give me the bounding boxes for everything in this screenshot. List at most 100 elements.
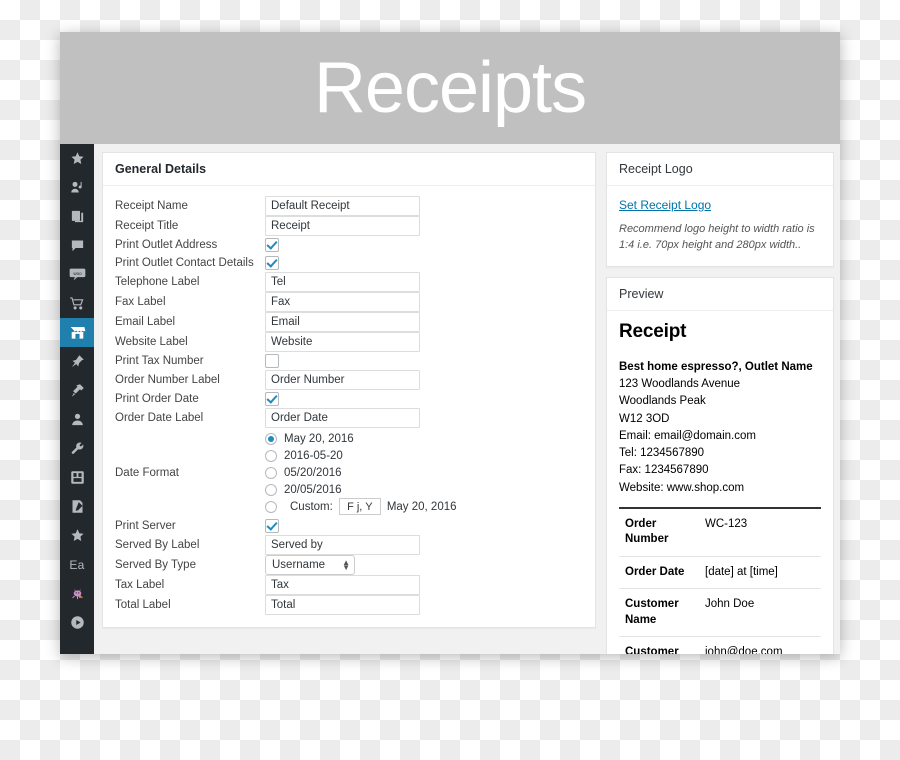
date-format-radio-1[interactable] — [265, 449, 277, 462]
email-label-label: Email Label — [115, 316, 176, 328]
stepper-arrows-icon: ▲ ▼ — [342, 558, 350, 572]
preview-panel: Preview Receipt Best home espresso?, Out… — [606, 276, 834, 654]
table-row: Order Number WC-123 — [619, 508, 821, 557]
field-row-order-date-label: Order Date Label — [115, 408, 583, 428]
date-format-option[interactable]: 05/20/2016 — [265, 464, 583, 481]
sidebar-item-pages[interactable] — [60, 202, 94, 231]
sidebar-item-products[interactable] — [60, 289, 94, 318]
sidebar-item-point-of-sale[interactable] — [60, 318, 101, 347]
sidebar-item-octopus[interactable] — [60, 579, 94, 608]
sidebar-item-users[interactable] — [60, 405, 94, 434]
date-format-radio-0[interactable] — [265, 432, 277, 445]
print-tax-number-checkbox[interactable] — [265, 353, 279, 368]
play-circle-icon — [70, 615, 85, 630]
fax-label-label: Fax Label — [115, 296, 166, 308]
order-number-label-input[interactable] — [265, 370, 420, 390]
field-row-website-label: Website Label — [115, 332, 583, 352]
field-row-total-label: Total Label — [115, 595, 583, 615]
print-outlet-address-label: Print Outlet Address — [115, 239, 218, 251]
date-format-option[interactable]: May 20, 2016 — [265, 430, 583, 447]
date-format-option-label-1: 2016-05-20 — [284, 449, 343, 462]
date-format-option-label-2: 05/20/2016 — [284, 466, 342, 479]
receipt-address-line: Woodlands Peak — [619, 395, 706, 408]
sidebar-item-forms[interactable] — [60, 492, 94, 521]
user-icon — [70, 412, 85, 427]
fax-label-input[interactable] — [265, 292, 420, 312]
website-label-input[interactable] — [265, 332, 420, 352]
octopus-icon — [70, 586, 85, 601]
print-outlet-contact-checkbox[interactable] — [265, 255, 279, 270]
date-format-custom-preview: May 20, 2016 — [386, 500, 457, 513]
content-area: General Details Receipt Name Receipt Tit… — [94, 144, 840, 654]
sidebar-item-extensions[interactable] — [60, 521, 94, 550]
email-label-input[interactable] — [265, 312, 420, 332]
admin-sidebar: woo Ea — [60, 144, 101, 654]
sidebar-item-favorites[interactable] — [60, 144, 94, 173]
field-row-print-order-date: Print Order Date — [115, 390, 583, 408]
set-receipt-logo-link[interactable]: Set Receipt Logo — [619, 198, 711, 212]
cart-icon — [69, 296, 85, 311]
website-label-label: Website Label — [115, 336, 188, 348]
general-details-form: Receipt Name Receipt Title — [115, 196, 583, 615]
sidebar-item-plugins[interactable] — [60, 376, 94, 405]
date-format-custom-input[interactable] — [338, 498, 381, 515]
served-by-type-label: Served By Type — [115, 559, 196, 571]
date-format-radio-group: May 20, 2016 2016-05-20 05/20/2016 20/05… — [265, 428, 583, 517]
receipt-contact-line: Email: email@domain.com — [619, 429, 756, 442]
wrench-icon — [70, 441, 85, 456]
receipt-contact-line: Fax: 1234567890 — [619, 464, 709, 477]
served-by-type-select[interactable]: Username ▲ ▼ — [265, 555, 355, 575]
sidebar-item-woocommerce[interactable]: woo — [60, 260, 94, 289]
general-details-heading: General Details — [103, 153, 595, 186]
date-format-option[interactable]: 20/05/2016 — [265, 481, 583, 498]
field-row-date-format: Date Format May 20, 2016 2016-05-20 05/2… — [115, 428, 583, 517]
receipt-contact-line: Tel: 1234567890 — [619, 447, 705, 460]
print-outlet-contact-label: Print Outlet Contact Details — [115, 257, 254, 269]
sidebar-item-comments[interactable] — [60, 231, 94, 260]
telephone-label-input[interactable] — [265, 272, 420, 292]
date-format-custom-option[interactable]: Custom: May 20, 2016 — [265, 498, 583, 515]
receipt-title-input[interactable] — [265, 216, 420, 236]
order-date-label-input[interactable] — [265, 408, 420, 428]
settings-grid-icon — [70, 470, 85, 485]
receipt-name-label: Receipt Name — [115, 200, 188, 212]
general-details-panel: General Details Receipt Name Receipt Tit… — [102, 152, 596, 628]
sidebar-item-settings[interactable] — [60, 463, 94, 492]
sidebar-item-media-player[interactable] — [60, 608, 94, 637]
page-banner: Receipts — [60, 32, 840, 144]
date-format-option-label-3: 20/05/2016 — [284, 483, 342, 496]
receipt-row-value: WC-123 — [699, 508, 821, 557]
print-order-date-label: Print Order Date — [115, 393, 199, 405]
sidebar-item-media[interactable] — [60, 173, 94, 202]
forms-icon — [70, 499, 85, 514]
print-server-checkbox[interactable] — [265, 518, 279, 533]
field-row-telephone-label: Telephone Label — [115, 272, 583, 292]
sidebar-item-tools[interactable] — [60, 434, 94, 463]
print-order-date-checkbox[interactable] — [265, 391, 279, 406]
tax-label-input[interactable] — [265, 575, 420, 595]
print-tax-number-label: Print Tax Number — [115, 355, 204, 367]
pin-icon — [70, 354, 85, 369]
print-server-label: Print Server — [115, 520, 176, 532]
star-icon — [70, 151, 85, 166]
date-format-option[interactable]: 2016-05-20 — [265, 447, 583, 464]
date-format-radio-3[interactable] — [265, 483, 277, 496]
receipt-title-label: Receipt Title — [115, 220, 179, 232]
order-number-label-label: Order Number Label — [115, 374, 220, 386]
shop-icon — [69, 325, 86, 340]
sidebar-item-ea[interactable]: Ea — [60, 550, 94, 579]
star-alt-icon — [70, 528, 85, 543]
main-column: General Details Receipt Name Receipt Tit… — [102, 152, 596, 654]
receipt-row-value: john@doe.com — [699, 636, 821, 654]
served-by-label-input[interactable] — [265, 535, 420, 555]
date-format-custom-label: Custom: — [290, 500, 333, 513]
receipt-row-key: Customer Name — [619, 588, 699, 638]
total-label-input[interactable] — [265, 595, 420, 615]
sidebar-item-appearance[interactable] — [60, 347, 94, 376]
date-format-radio-2[interactable] — [265, 466, 277, 479]
receipt-name-input[interactable] — [265, 196, 420, 216]
print-outlet-address-checkbox[interactable] — [265, 237, 279, 252]
field-row-fax-label: Fax Label — [115, 292, 583, 312]
receipt-details-table: Order Number WC-123 Order Date [date] at… — [619, 508, 821, 654]
date-format-radio-custom[interactable] — [265, 500, 277, 513]
